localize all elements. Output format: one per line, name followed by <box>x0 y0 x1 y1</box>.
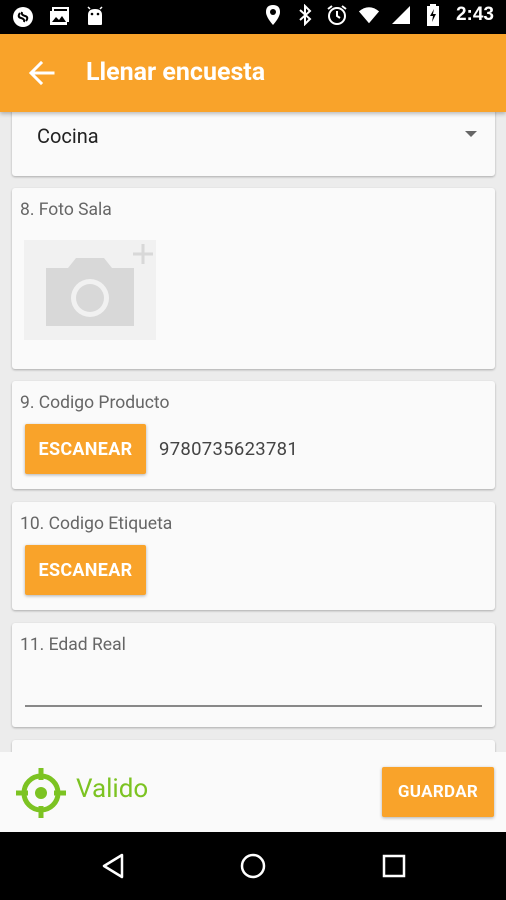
wifi-icon <box>358 4 380 26</box>
question-label: 9. Codigo Producto <box>20 393 170 413</box>
status-time: 2:43 <box>455 4 494 25</box>
question-card-8: 8. Foto Sala <box>12 188 495 369</box>
validity-status-text: Valido <box>76 774 149 804</box>
dropdown-selected-value: Cocina <box>37 124 99 148</box>
scanned-code-value: 9780735623781 <box>159 438 299 460</box>
add-photo-icon[interactable] <box>24 240 156 340</box>
bluetooth-icon <box>294 4 316 26</box>
question-label: 11. Edad Real <box>20 635 126 655</box>
photo-upload-icon <box>48 6 70 28</box>
signal-icon <box>390 4 412 26</box>
survey-form[interactable]: Cocina 8. Foto Sala 9. Codigo Producto E… <box>0 112 506 752</box>
question-card-10: 10. Codigo Etiqueta ESCANEAR <box>12 502 495 610</box>
location-icon <box>262 4 284 26</box>
save-button[interactable]: GUARDAR <box>382 767 494 817</box>
battery-charging-icon <box>422 4 444 26</box>
question-label: 8. Foto Sala <box>20 200 112 220</box>
app-bar: Llenar encuesta <box>0 34 506 112</box>
status-bar-left-icons <box>12 6 106 28</box>
gps-target-icon <box>14 766 68 820</box>
scan-label-button[interactable]: ESCANEAR <box>25 545 146 595</box>
footer-bar: Valido GUARDAR <box>0 752 506 832</box>
alarm-icon <box>326 4 348 26</box>
arrow-back-icon[interactable] <box>26 57 58 89</box>
page-title: Llenar encuesta <box>86 58 266 87</box>
scan-product-button[interactable]: ESCANEAR <box>25 424 146 474</box>
system-nav-bar <box>0 832 506 900</box>
age-input[interactable] <box>25 673 482 707</box>
input-underline <box>25 705 482 707</box>
question-card-9: 9. Codigo Producto ESCANEAR 978073562378… <box>12 381 495 489</box>
recents-square-icon[interactable] <box>380 852 408 880</box>
status-bar: 2:43 <box>0 0 506 34</box>
chevron-down-icon <box>465 131 477 137</box>
android-icon <box>84 6 106 28</box>
question-label: 10. Codigo Etiqueta <box>20 514 173 534</box>
question-card-11: 11. Edad Real <box>12 623 495 727</box>
back-triangle-icon[interactable] <box>100 852 128 880</box>
status-bar-right-icons: 2:43 <box>262 4 494 26</box>
room-dropdown[interactable]: Cocina <box>12 118 495 158</box>
question-card-12 <box>12 740 495 752</box>
question-card-7: Cocina <box>12 112 495 176</box>
shazam-icon <box>12 6 34 28</box>
home-circle-icon[interactable] <box>239 852 267 880</box>
